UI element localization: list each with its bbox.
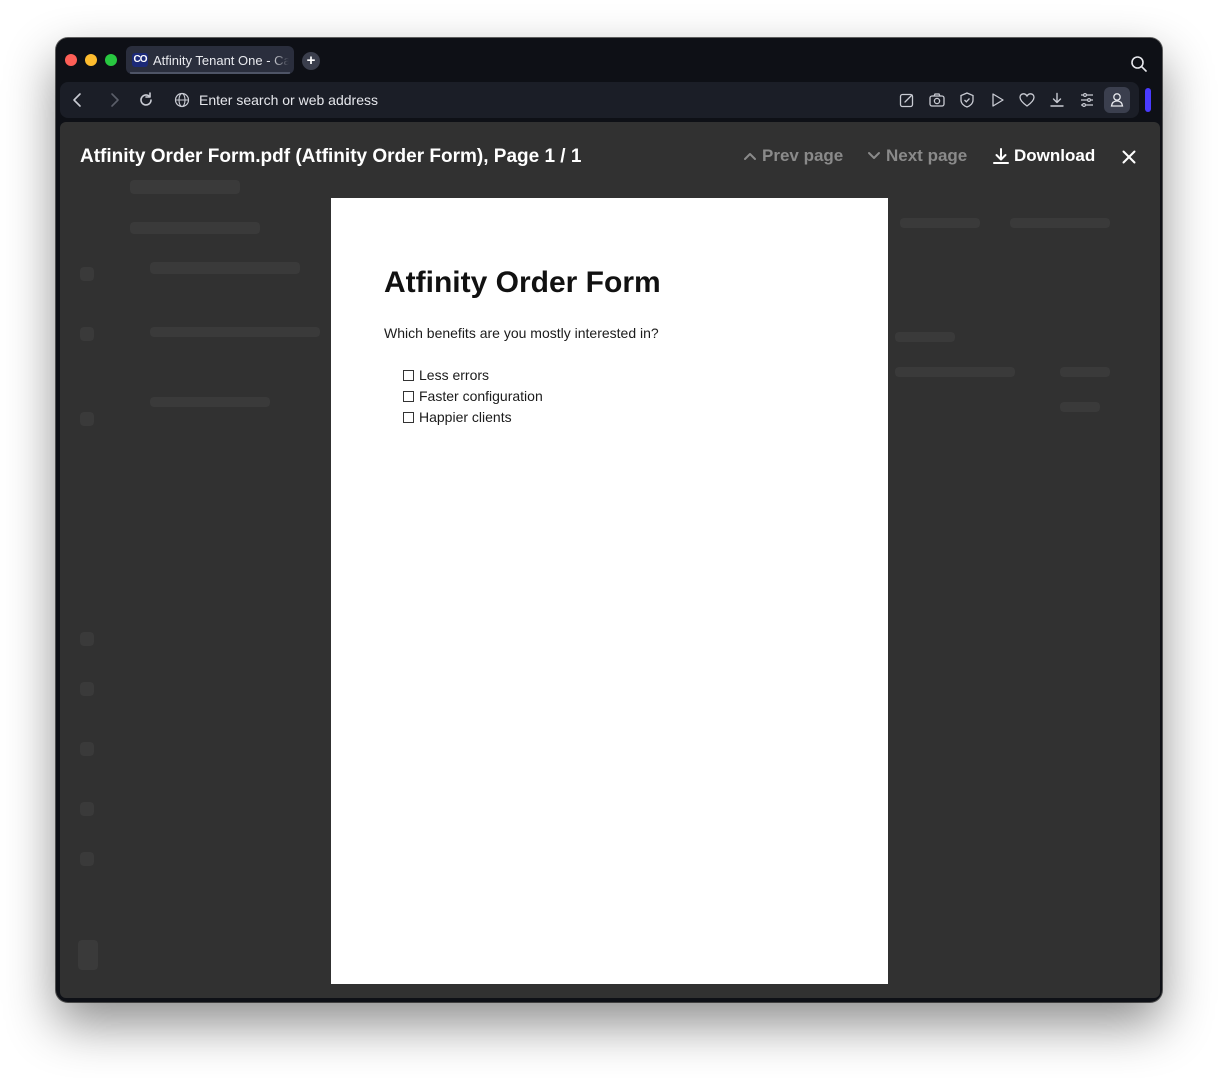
- background-placeholder: [80, 327, 94, 341]
- prev-page-label: Prev page: [762, 146, 844, 165]
- document-title: Atfinity Order Form: [384, 266, 661, 299]
- document-question: Which benefits are you mostly interested…: [384, 325, 659, 341]
- profile-icon: [1110, 93, 1124, 107]
- background-placeholder: [130, 180, 240, 194]
- close-icon[interactable]: [1122, 150, 1136, 164]
- download-icon: [993, 148, 1009, 164]
- pdf-page: Atfinity Order Form Which benefits are y…: [331, 198, 888, 984]
- checkbox-icon: [403, 369, 414, 381]
- option-label: Less errors: [419, 367, 490, 383]
- tab-search-icon[interactable]: [1130, 55, 1148, 73]
- heart-icon[interactable]: [1018, 91, 1036, 109]
- globe-icon: [174, 92, 190, 108]
- background-placeholder: [150, 262, 300, 274]
- next-page-button[interactable]: Next page: [866, 146, 967, 166]
- new-tab-button[interactable]: +: [302, 52, 320, 70]
- back-icon[interactable]: [68, 90, 88, 110]
- background-placeholder: [80, 632, 94, 646]
- forward-icon[interactable]: [104, 90, 124, 110]
- download-label: Download: [1014, 146, 1096, 165]
- background-placeholder: [150, 327, 320, 337]
- edit-icon[interactable]: [898, 91, 916, 109]
- background-placeholder: [130, 222, 260, 234]
- window-maximize-button[interactable]: [105, 54, 117, 66]
- tab-underline: [130, 72, 290, 74]
- sidebar-toggle[interactable]: [1145, 88, 1151, 112]
- next-page-label: Next page: [886, 146, 968, 165]
- background-placeholder: [1010, 218, 1110, 228]
- background-placeholder: [78, 940, 98, 970]
- atfinity-logo-icon: CO: [132, 53, 148, 67]
- background-placeholder: [895, 332, 955, 342]
- menu-icon[interactable]: [1078, 91, 1096, 109]
- background-placeholder: [150, 397, 270, 407]
- background-placeholder: [80, 267, 94, 281]
- option-item: Happier clients: [403, 409, 512, 425]
- background-placeholder: [80, 742, 94, 756]
- option-item: Less errors: [403, 367, 489, 383]
- background-placeholder: [80, 412, 94, 426]
- camera-icon[interactable]: [928, 91, 946, 109]
- viewer-title: Atfinity Order Form.pdf (Atfinity Order …: [80, 146, 582, 167]
- browser-window: CO Atfinity Tenant One - Case + Enter se…: [56, 38, 1162, 1002]
- address-toolbar: Enter search or web address: [60, 82, 1139, 118]
- background-placeholder: [1060, 367, 1110, 377]
- address-input[interactable]: Enter search or web address: [199, 92, 378, 108]
- tab-strip: CO Atfinity Tenant One - Case +: [56, 38, 1162, 80]
- shield-icon[interactable]: [958, 91, 976, 109]
- chevron-up-icon: [744, 153, 756, 160]
- background-placeholder: [895, 367, 1015, 377]
- download-icon[interactable]: [1048, 91, 1066, 109]
- prev-page-button[interactable]: Prev page: [742, 146, 843, 166]
- option-label: Happier clients: [419, 409, 512, 425]
- pdf-viewer-overlay: Atfinity Order Form.pdf (Atfinity Order …: [60, 122, 1160, 998]
- background-placeholder: [1060, 402, 1100, 412]
- tab-title: Atfinity Tenant One - Case: [153, 53, 289, 69]
- background-placeholder: [80, 802, 94, 816]
- download-button[interactable]: Download: [992, 146, 1095, 166]
- window-minimize-button[interactable]: [85, 54, 97, 66]
- checkbox-icon: [403, 411, 414, 423]
- reload-icon[interactable]: [136, 90, 156, 110]
- background-placeholder: [80, 682, 94, 696]
- window-close-button[interactable]: [65, 54, 77, 66]
- background-placeholder: [80, 852, 94, 866]
- option-item: Faster configuration: [403, 388, 543, 404]
- checkbox-icon: [403, 390, 414, 402]
- option-label: Faster configuration: [419, 388, 543, 404]
- profile-button[interactable]: [1104, 87, 1130, 113]
- background-placeholder: [900, 218, 980, 228]
- chevron-down-icon: [868, 152, 880, 159]
- play-icon[interactable]: [988, 91, 1006, 109]
- browser-tab[interactable]: CO Atfinity Tenant One - Case: [126, 46, 294, 74]
